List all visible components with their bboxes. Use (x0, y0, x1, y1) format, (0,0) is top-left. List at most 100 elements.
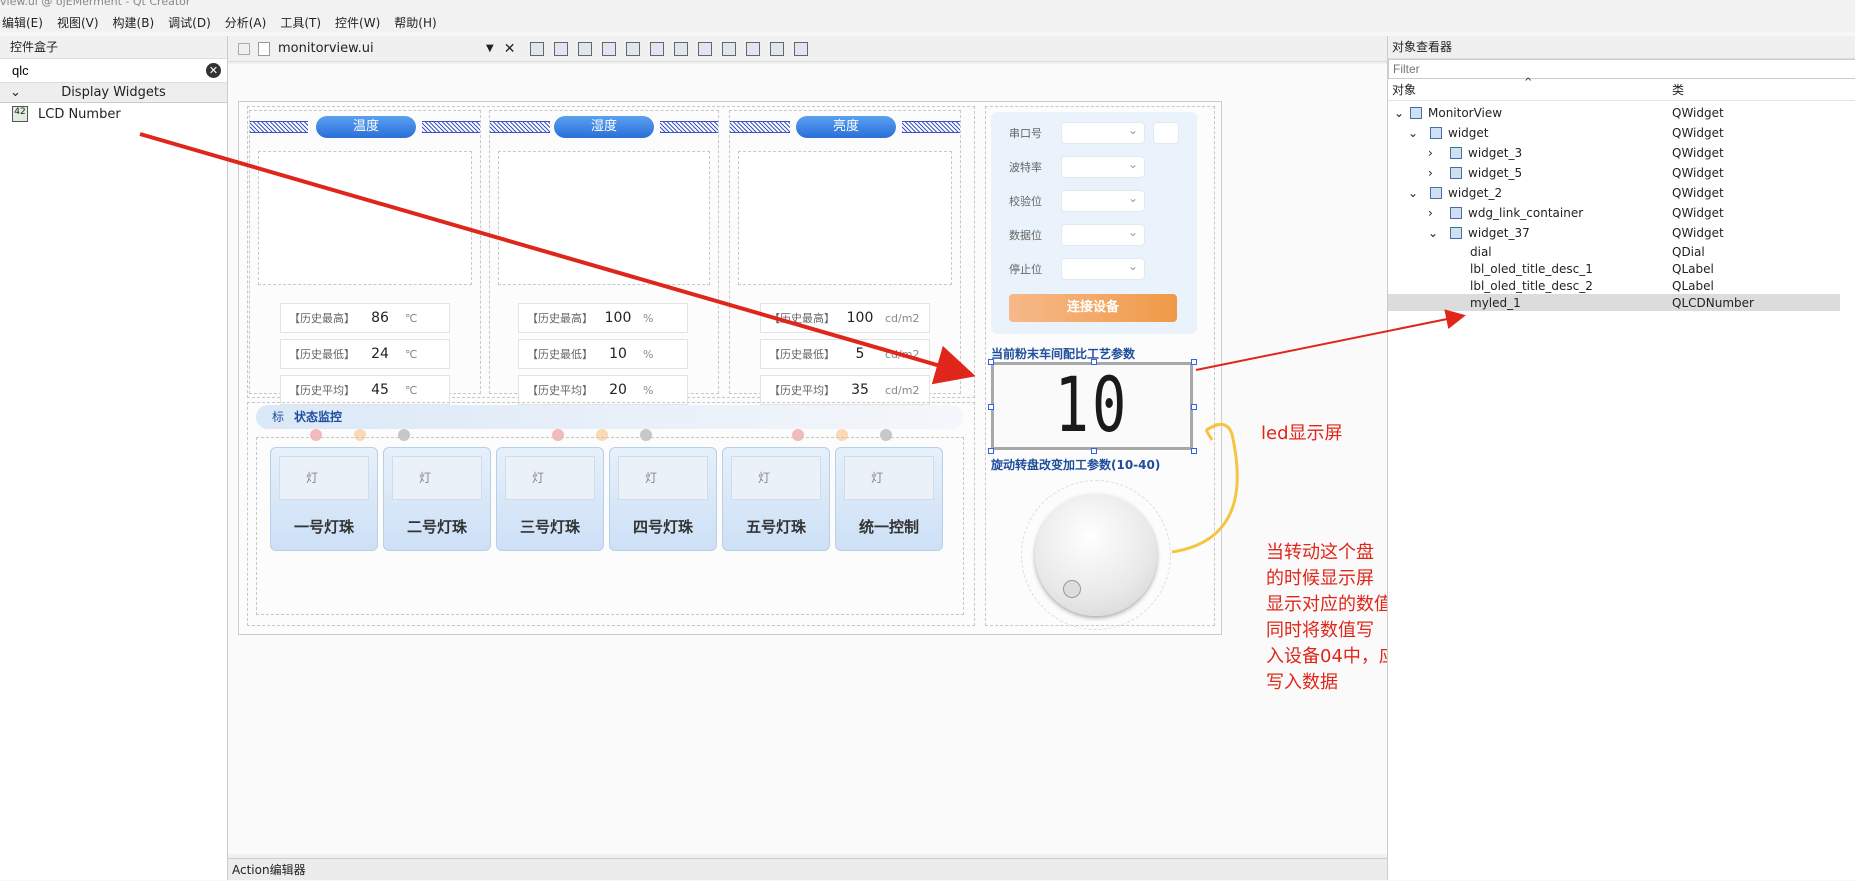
parity-combo[interactable] (1061, 190, 1145, 212)
menu-build[interactable]: 构建(B) (113, 14, 155, 31)
baud-rate-combo[interactable] (1061, 156, 1145, 178)
category-display-widgets[interactable]: ⌄ Display Widgets (0, 83, 227, 103)
menu-widgets[interactable]: 控件(W) (335, 14, 380, 31)
menu-bar: 编辑(E) 视图(V) 构建(B) 调试(D) 分析(A) 工具(T) 控件(W… (0, 12, 1855, 32)
stat-unit: ℃ (405, 347, 418, 361)
tree-row[interactable]: › wdg_link_container QWidget (1388, 203, 1855, 223)
chevron-right-icon[interactable]: › (1428, 206, 1444, 220)
selection-handle[interactable] (988, 448, 994, 454)
tree-row[interactable]: ⌄ MonitorView QWidget (1388, 103, 1855, 123)
stat-value: 5 (855, 346, 865, 362)
stat-row: 【历史最高】 86 ℃ (280, 303, 450, 333)
close-icon[interactable]: ✕ (504, 41, 516, 57)
chevron-down-icon[interactable]: ⌄ (1408, 126, 1424, 140)
selection-handle[interactable] (1191, 404, 1197, 410)
selection-handle[interactable] (1191, 448, 1197, 454)
object-class: QWidget (1672, 186, 1724, 200)
tree-row[interactable]: ⌄ widget_37 QWidget (1388, 223, 1855, 243)
lamp-button-4[interactable]: 灯四号灯珠 (609, 447, 717, 551)
stat-value: 10 (609, 346, 627, 362)
stat-label: 【历史平均】 (527, 384, 593, 397)
tree-row[interactable]: dial QDial (1388, 243, 1855, 260)
splitter-vertical-icon[interactable] (698, 41, 713, 56)
serial-port-combo[interactable] (1061, 122, 1145, 144)
stat-value: 86 (371, 310, 389, 326)
stop-bits-combo[interactable] (1061, 258, 1145, 280)
chevron-down-icon[interactable]: ▼ (486, 43, 494, 54)
dial-title: 旋动转盘改变加工参数(10-40) (991, 458, 1161, 472)
stat-unit: cd/m2 (885, 347, 920, 361)
object-class: QWidget (1672, 226, 1724, 240)
edit-tab-order-icon[interactable] (602, 41, 617, 56)
stat-label: 【历史最高】 (769, 312, 835, 325)
selection-handle[interactable] (1191, 359, 1197, 365)
lamp-button-5[interactable]: 灯五号灯珠 (722, 447, 830, 551)
widget-search-input[interactable] (0, 59, 190, 81)
chevron-down-icon[interactable]: ⌄ (1388, 106, 1404, 120)
selection-handle[interactable] (1091, 448, 1097, 454)
file-name[interactable]: monitorview.ui (278, 41, 486, 56)
temperature-panel: 温度 【历史最高】 86 ℃ 【历史最低】 24 ℃ 【历史平均】 45 ℃ (249, 110, 481, 441)
menu-edit[interactable]: 编辑(E) (2, 14, 43, 31)
edit-signals-icon[interactable] (554, 41, 569, 56)
refresh-button[interactable] (1153, 122, 1179, 144)
edit-widgets-icon[interactable] (530, 41, 545, 56)
connect-button[interactable]: 连接设备 (1009, 294, 1177, 322)
filter-input[interactable] (1388, 59, 1855, 79)
column-class[interactable]: 类 (1672, 81, 1684, 98)
chevron-right-icon[interactable]: › (1428, 166, 1444, 180)
stat-value: 45 (371, 382, 389, 398)
selection-handle[interactable] (988, 404, 994, 410)
lamp-button-3[interactable]: 灯三号灯珠 (496, 447, 604, 551)
stat-value: 100 (604, 310, 632, 326)
layout-grid-icon[interactable] (746, 41, 761, 56)
chevron-down-icon[interactable]: ⌄ (1408, 186, 1424, 200)
tree-row[interactable]: › widget_3 QWidget (1388, 143, 1855, 163)
lamp-name: 二号灯珠 (406, 518, 467, 536)
status-section: 标状态监控 灯一号灯珠 灯二号灯珠 灯三号灯珠 灯四号灯珠 灯五号灯珠 灯统一控… (247, 402, 975, 626)
layout-vertical-icon[interactable] (650, 41, 665, 56)
lamp-button-all[interactable]: 灯统一控制 (835, 447, 943, 551)
object-name: lbl_oled_title_desc_2 (1470, 278, 1593, 293)
lamp-buttons: 灯一号灯珠 灯二号灯珠 灯三号灯珠 灯四号灯珠 灯五号灯珠 灯统一控制 (270, 447, 943, 551)
tree-row[interactable]: ⌄ widget_2 QWidget (1388, 183, 1855, 203)
object-name: widget_37 (1468, 226, 1530, 240)
tree-row-selected[interactable]: myled_1 QLCDNumber (1388, 294, 1840, 311)
serial-port-label: 串口号 (1009, 127, 1042, 140)
splitter-horizontal-icon[interactable] (674, 41, 689, 56)
column-object[interactable]: 对象 (1388, 81, 1416, 98)
tree-row[interactable]: lbl_oled_title_desc_1 QLabel (1388, 260, 1855, 277)
tree-row[interactable]: lbl_oled_title_desc_2 QLabel (1388, 277, 1855, 294)
lcd-number[interactable]: 10 (991, 362, 1193, 450)
chevron-right-icon[interactable]: › (1428, 146, 1444, 160)
lamp-indicator: 灯 (392, 456, 482, 500)
dial[interactable] (1035, 494, 1157, 616)
widget-item-lcd-number[interactable]: 42 LCD Number (0, 103, 227, 125)
menu-analyze[interactable]: 分析(A) (225, 14, 267, 31)
data-bits-combo[interactable] (1061, 224, 1145, 246)
lamp-button-2[interactable]: 灯二号灯珠 (383, 447, 491, 551)
inspector-header: 对象 ^ 类 (1388, 77, 1855, 101)
menu-debug[interactable]: 调试(D) (168, 14, 211, 31)
clear-icon[interactable]: ✕ (206, 63, 221, 78)
menu-tools[interactable]: 工具(T) (280, 14, 321, 31)
baud-rate-label: 波特率 (1009, 161, 1042, 174)
selection-handle[interactable] (1091, 359, 1097, 365)
panel-title: 湿度 (554, 116, 654, 138)
menu-view[interactable]: 视图(V) (57, 14, 99, 31)
adjust-size-icon[interactable] (794, 41, 809, 56)
menu-help[interactable]: 帮助(H) (394, 14, 436, 31)
tree-row[interactable]: ⌄ widget QWidget (1388, 123, 1855, 143)
action-editor-tab[interactable]: Action编辑器 (228, 858, 1387, 880)
layout-form-icon[interactable] (722, 41, 737, 56)
break-layout-icon[interactable] (770, 41, 785, 56)
edit-buddies-icon[interactable] (578, 41, 593, 56)
stat-label: 【历史平均】 (289, 384, 355, 397)
layout-horizontal-icon[interactable] (626, 41, 641, 56)
title-decor-right (660, 121, 718, 133)
lamp-button-1[interactable]: 灯一号灯珠 (270, 447, 378, 551)
selection-handle[interactable] (988, 359, 994, 365)
widget-box-title: 控件盒子 (0, 36, 227, 59)
chevron-down-icon[interactable]: ⌄ (1428, 226, 1444, 240)
tree-row[interactable]: › widget_5 QWidget (1388, 163, 1855, 183)
